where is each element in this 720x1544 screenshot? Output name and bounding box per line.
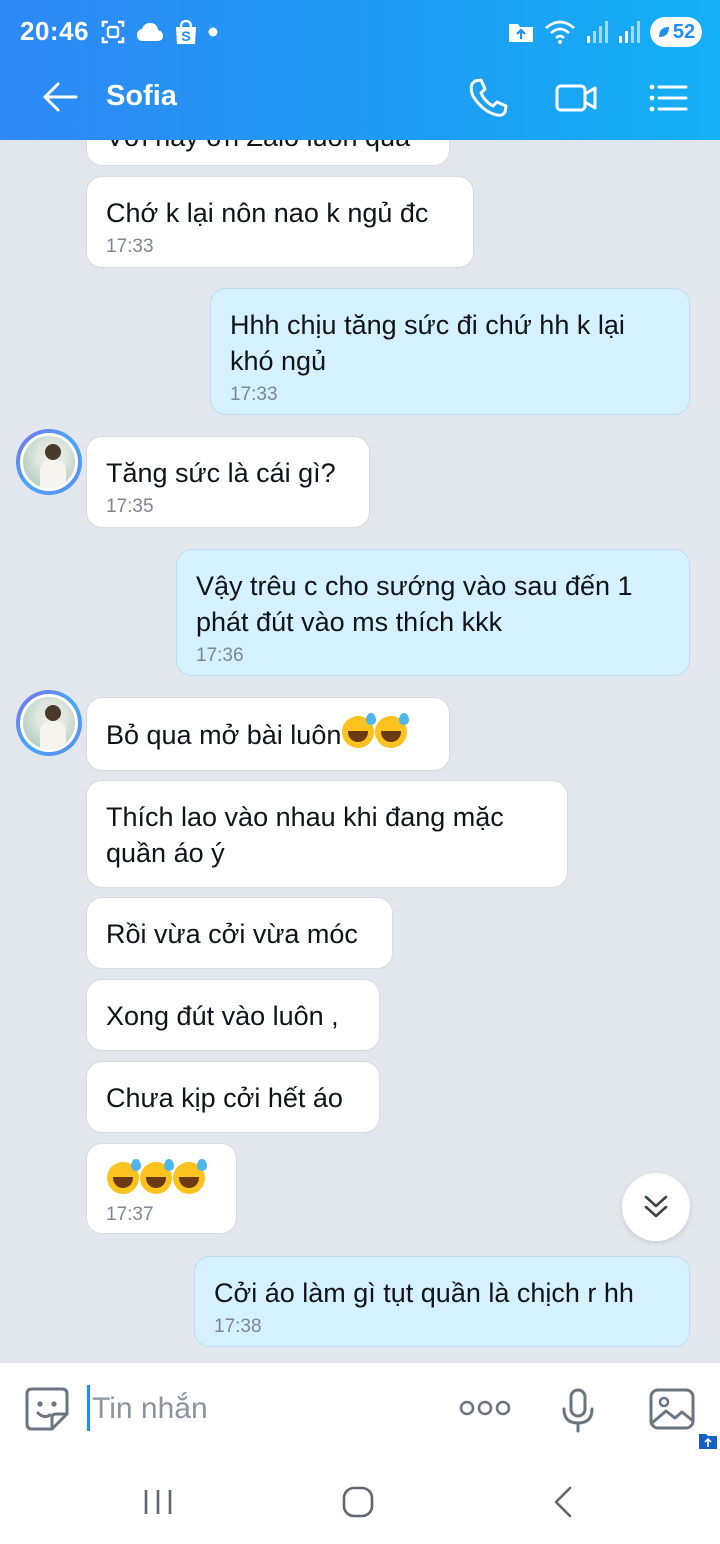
scroll-to-bottom-button[interactable] [622,1173,690,1241]
message-bubble-incoming[interactable]: 17:37 [86,1143,237,1234]
screenshot-icon [101,20,125,44]
phone-icon [469,78,508,117]
message-time: 17:37 [106,1204,154,1225]
message-bubble-incoming[interactable]: Tăng sức là cái gì? 17:35 [86,436,370,528]
message-time: 17:33 [230,384,278,405]
avatar-photo [20,433,78,491]
contact-avatar[interactable] [16,690,82,756]
status-bar: 20:46 S 52 [0,0,720,62]
home-button[interactable] [338,1482,378,1522]
voice-call-button[interactable] [466,76,510,120]
home-icon [342,1486,374,1518]
contact-name[interactable]: Sofia [106,80,177,113]
contact-avatar[interactable] [16,429,82,495]
message-bubble-incoming[interactable]: Thích lao vào nhau khi đang mặc quần áo … [86,780,568,888]
message-bubble-incoming[interactable]: Rồi vừa cởi vừa móc [86,897,393,969]
battery-indicator: 52 [650,17,702,47]
message-text: Tăng sức là cái gì? [106,458,336,488]
sticker-smile-icon [25,1387,69,1431]
message-bubble-outgoing[interactable]: Hhh chịu tăng sức đi chứ hh k lại khó ng… [210,288,690,415]
upload-folder-icon [509,24,533,42]
back-button[interactable] [40,76,82,118]
message-text: Vậy trêu c cho sướng vào sau đến 1 phát … [196,571,633,637]
sticker-button[interactable] [24,1386,70,1432]
message-time: 17:35 [106,496,154,517]
message-time: 17:38 [214,1316,262,1337]
message-bubble-incoming[interactable]: Với này ơn Zalo luôn quá [86,140,450,166]
video-call-button[interactable] [554,76,598,120]
video-camera-icon [555,84,597,112]
text-cursor [87,1385,90,1431]
svg-text:S: S [181,28,190,44]
message-text: Xong đút vào luôn , [106,1001,339,1031]
signal-1-icon [587,21,608,43]
message-input[interactable] [92,1387,422,1431]
signal-2-icon [619,21,640,43]
message-bubble-outgoing[interactable]: Cởi áo làm gì tụt quần là chịch r hh 17:… [194,1256,690,1347]
notification-dot-icon [208,27,218,37]
chevron-left-icon [554,1486,572,1518]
message-time: 17:36 [196,645,244,666]
grinning-sweat-emoji-icon [375,713,410,748]
charging-leaf-icon [658,27,669,37]
cloud-icon [137,23,163,41]
send-image-button[interactable] [648,1387,696,1431]
upload-folder-badge-icon [699,1434,717,1449]
message-bubble-incoming[interactable]: Chưa kịp cởi hết áo [86,1061,380,1133]
chat-thread[interactable]: Với này ơn Zalo luôn quá Chớ k lại nôn n… [0,140,720,1362]
arrow-left-icon [43,82,78,112]
grinning-sweat-emoji-icon [342,713,377,748]
message-text: Hhh chịu tăng sức đi chứ hh k lại khó ng… [230,310,625,376]
top-header: 20:46 S 52 Sofia [0,0,720,140]
more-dots-icon [459,1400,511,1416]
more-options-button[interactable] [458,1393,512,1423]
message-text: Bỏ qua mở bài luôn [106,720,342,750]
status-right-icons: 52 [508,16,702,48]
message-bubble-outgoing[interactable]: Vậy trêu c cho sướng vào sau đến 1 phát … [176,549,690,676]
battery-level: 52 [672,20,696,43]
message-text: Chớ k lại nôn nao k ngủ đc [106,198,429,228]
message-bubble-incoming[interactable]: Chớ k lại nôn nao k ngủ đc 17:33 [86,176,474,268]
list-menu-icon [649,84,688,112]
message-text: Với này ơn Zalo luôn quá [106,140,410,152]
message-text: Cởi áo làm gì tụt quần là chịch r hh [214,1278,634,1308]
shopping-bag-icon: S [176,19,196,44]
grinning-sweat-emoji-icon [107,1159,141,1194]
chat-navbar: Sofia [0,62,720,140]
message-time: 17:33 [106,236,154,257]
recents-icon [144,1490,172,1514]
recent-apps-button[interactable] [138,1482,178,1522]
message-text: Chưa kịp cởi hết áo [106,1083,343,1113]
message-bubble-incoming[interactable]: Bỏ qua mở bài luôn [86,697,450,771]
wifi-icon [545,20,575,44]
image-icon [649,1388,695,1430]
voice-message-button[interactable] [560,1387,596,1433]
grinning-sweat-emoji-icon [173,1159,207,1194]
chevron-double-down-icon [644,1195,668,1218]
avatar-photo [20,694,78,752]
system-navigation-bar [0,1462,720,1544]
status-time: 20:46 [20,16,89,46]
system-back-button[interactable] [544,1482,584,1522]
message-text: Thích lao vào nhau khi đang mặc quần áo … [106,802,504,868]
message-bubble-incoming[interactable]: Xong đút vào luôn , [86,979,380,1051]
message-composer [0,1362,720,1462]
chat-menu-button[interactable] [646,76,690,120]
status-left-icons: S [100,18,218,46]
message-text: Rồi vừa cởi vừa móc [106,919,358,949]
grinning-sweat-emoji-icon [140,1159,174,1194]
microphone-icon [562,1388,594,1433]
